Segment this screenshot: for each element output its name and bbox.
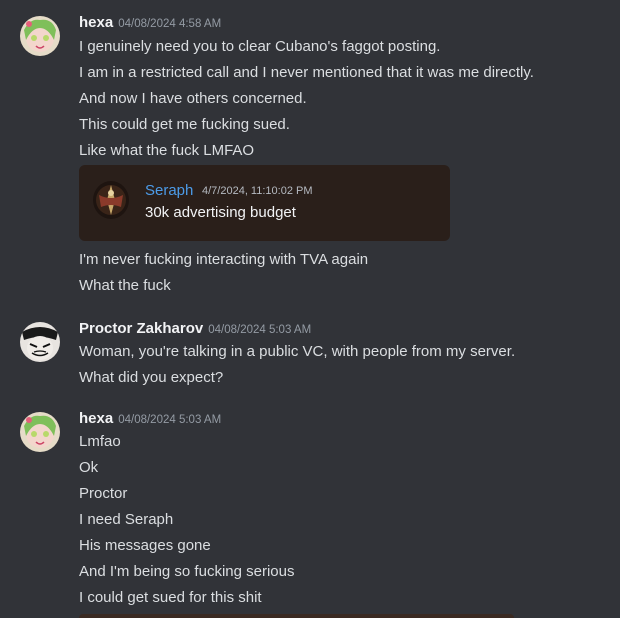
message-line: I'm never fucking interacting with TVA a… (79, 251, 369, 268)
message-line: I am in a restricted call and I never me… (79, 64, 534, 81)
message-header: hexa 04/08/2024 4:58 AM (79, 14, 221, 34)
message-line: Lmfao (79, 433, 121, 450)
message-line: What did you expect? (79, 369, 224, 386)
hexa-avatar[interactable] (20, 16, 60, 56)
message-line: I need Seraph (79, 511, 174, 528)
hexa-avatar[interactable] (20, 412, 60, 452)
quoted-message-embed[interactable]: Seraph 4/7/2024, 11:10:02 PM 30k adverti… (79, 165, 450, 241)
message-line: This could get me fucking sued. (79, 116, 290, 133)
proctor-avatar[interactable] (20, 322, 60, 362)
embed-text: 30k advertising budget (145, 204, 296, 221)
message-line: Proctor (79, 485, 128, 502)
message-line: Woman, you're talking in a public VC, wi… (79, 343, 516, 360)
author-name[interactable]: Proctor Zakharov (79, 320, 203, 337)
cutoff-embed-edge (79, 614, 514, 618)
message-timestamp: 04/08/2024 4:58 AM (118, 18, 222, 30)
embed-author-name[interactable]: Seraph (145, 182, 193, 199)
message-header: Proctor Zakharov 04/08/2024 5:03 AM (79, 320, 311, 340)
message-timestamp: 04/08/2024 5:03 AM (118, 414, 222, 426)
message-line: Ok (79, 459, 99, 476)
message-line: I could get sued for this shit (79, 589, 262, 606)
author-name[interactable]: hexa (79, 14, 113, 31)
message-line: And now I have others concerned. (79, 90, 307, 107)
message-line: I genuinely need you to clear Cubano's f… (79, 38, 441, 55)
message-line: Like what the fuck LMFAO (79, 142, 255, 159)
message-header: hexa 04/08/2024 5:03 AM (79, 410, 221, 430)
message-line: His messages gone (79, 537, 211, 554)
seraph-avatar (93, 181, 129, 219)
author-name[interactable]: hexa (79, 410, 113, 427)
embed-timestamp: 4/7/2024, 11:10:02 PM (202, 185, 313, 197)
message-timestamp: 04/08/2024 5:03 AM (208, 324, 312, 336)
message-line: What the fuck (79, 277, 171, 294)
message-line: And I'm being so fucking serious (79, 563, 295, 580)
